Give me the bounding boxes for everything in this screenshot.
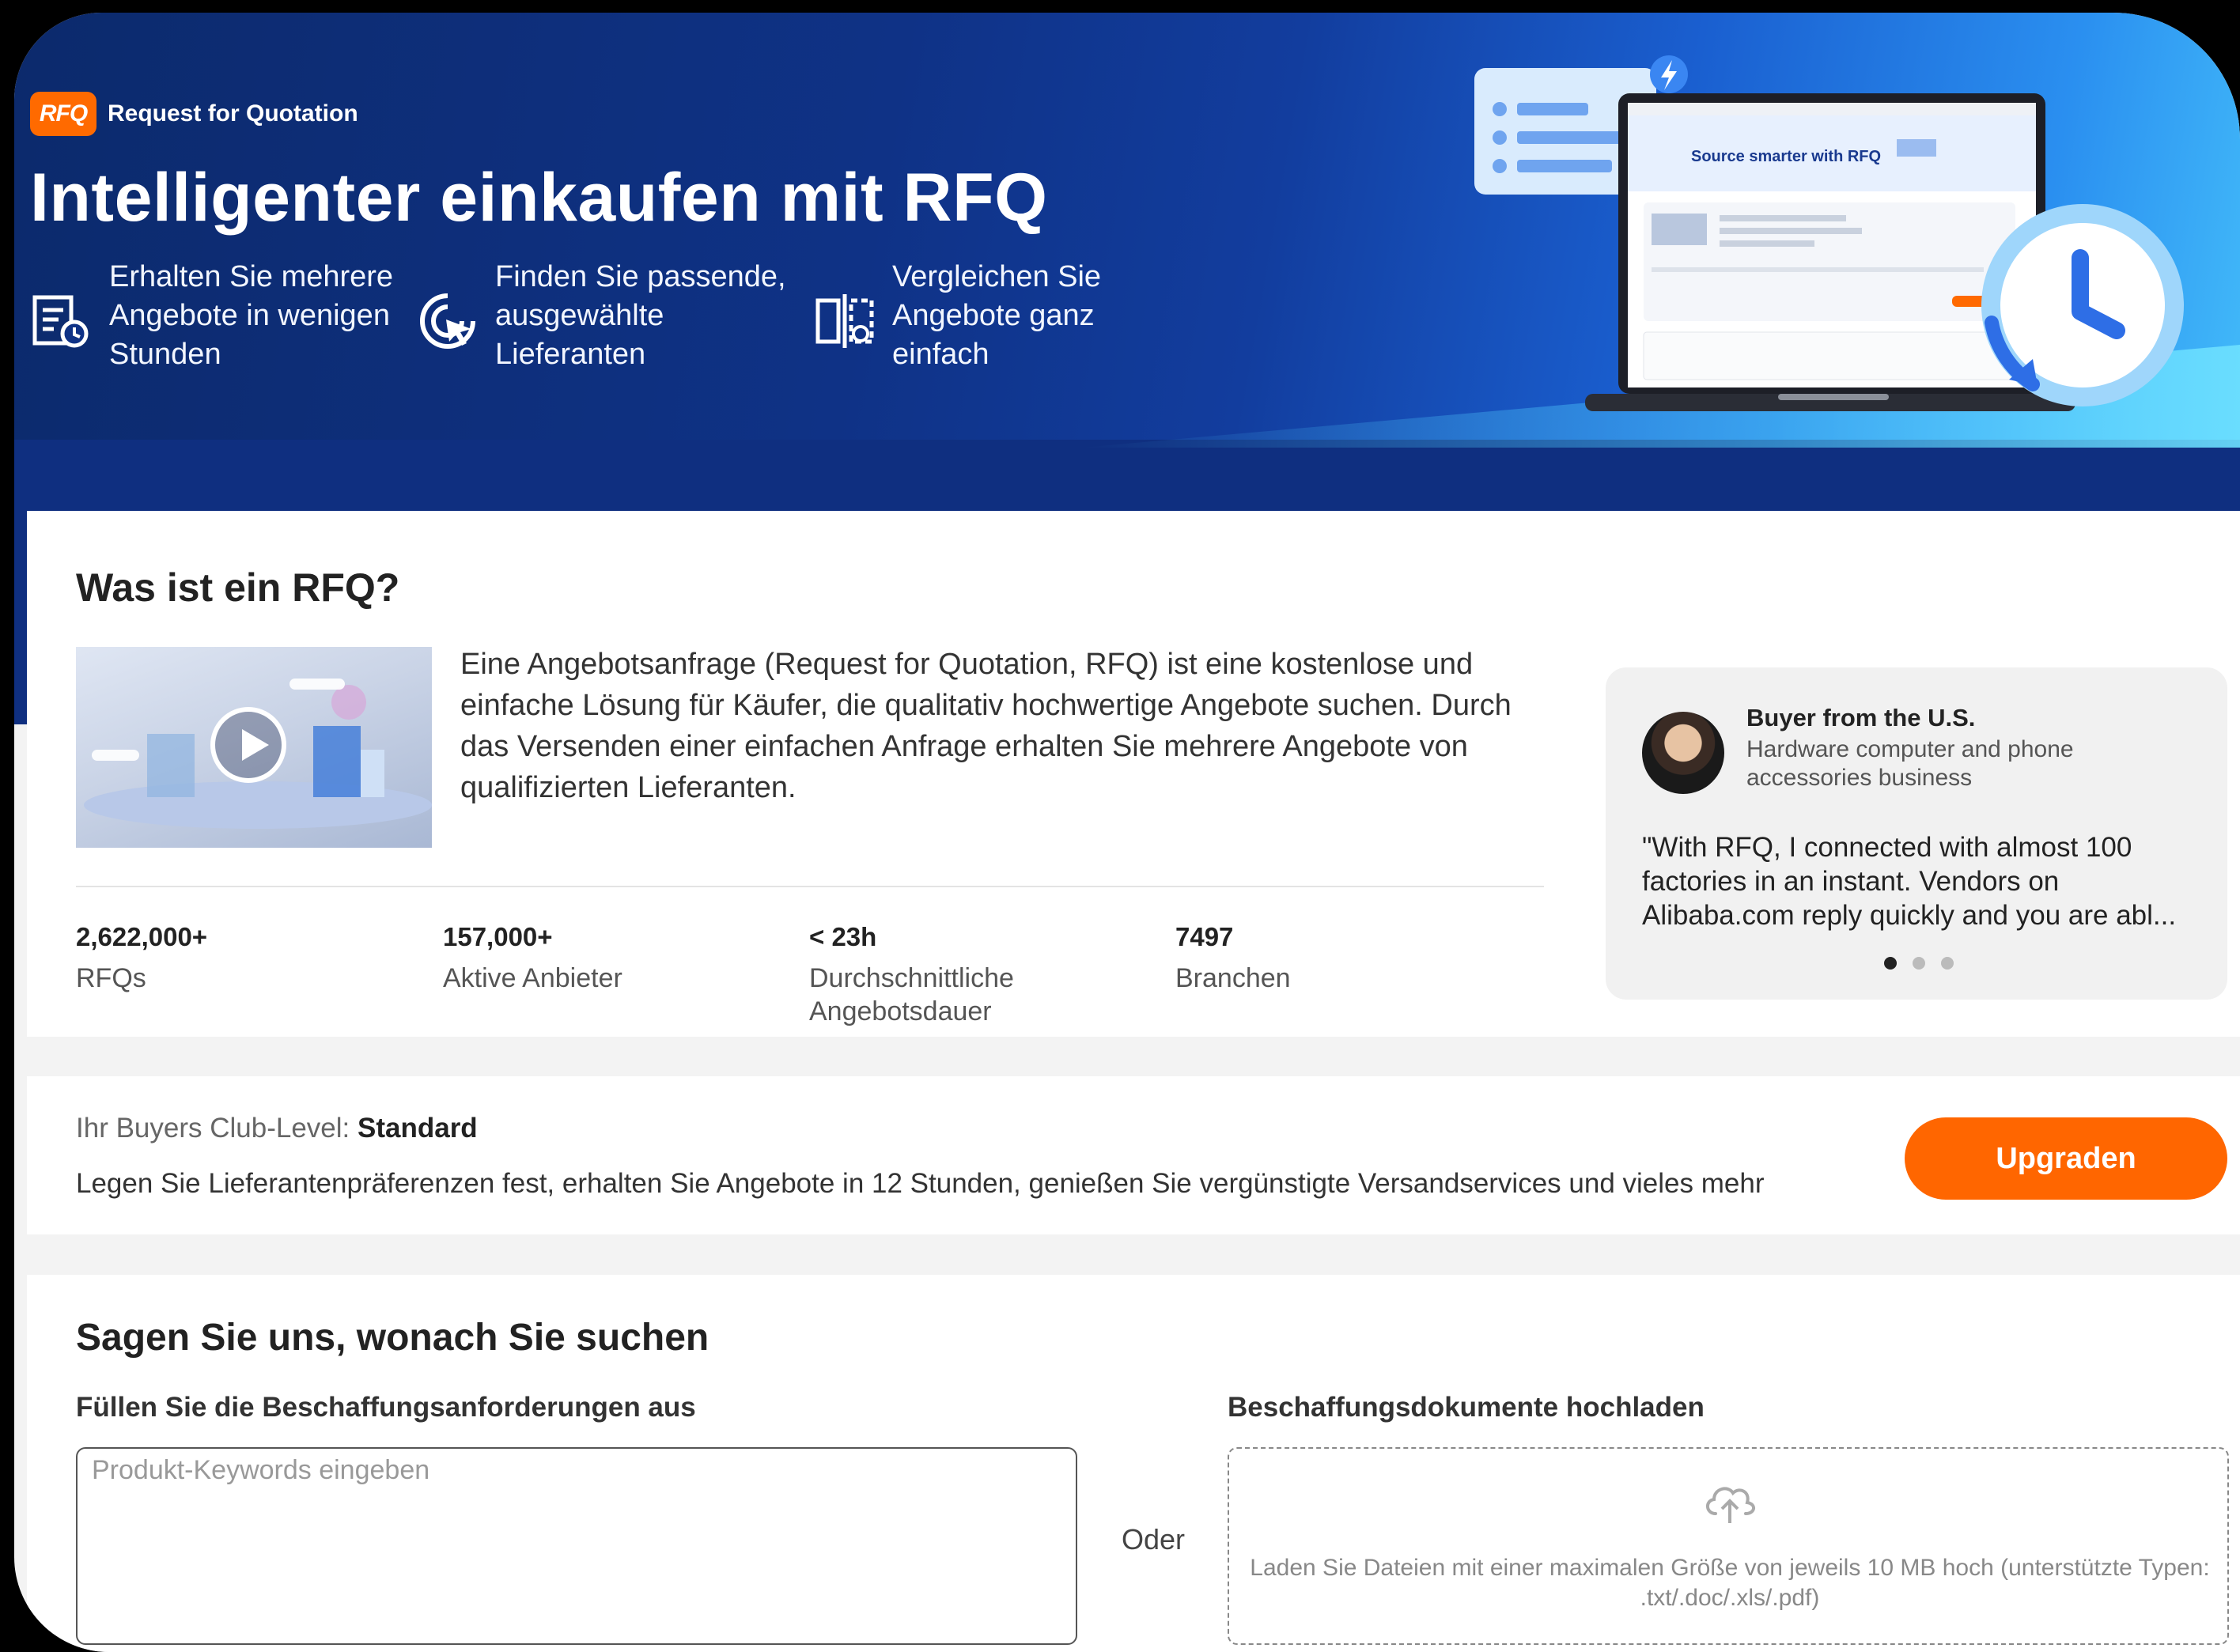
stat-label: Durchschnittliche Angebotsdauer [809, 963, 1014, 1026]
what-is-rfq-card: Was ist ein RFQ? Eine Angebotsanfrage (R… [27, 511, 2240, 1037]
stat-label: Aktive Anbieter [443, 963, 622, 993]
carousel-dot-3[interactable] [1941, 957, 1954, 970]
stat-value: < 23h [809, 922, 877, 951]
clock-icon [1981, 204, 2184, 406]
club-level-label: Ihr Buyers Club-Level: [76, 1113, 350, 1144]
feature-suppliers-text: Finden Sie passende, ausgewählte Liefera… [495, 260, 786, 371]
rfq-logo: RFQ [30, 92, 96, 136]
cloud-upload-icon [1706, 1487, 1755, 1523]
section-title: Was ist ein RFQ? [76, 565, 400, 610]
feature-quotes: Erhalten Sie mehrere Angebote in wenigen… [30, 258, 402, 374]
carousel-dot-1[interactable] [1884, 957, 1897, 970]
video-thumbnail[interactable] [76, 647, 432, 848]
buyers-club-card: Ihr Buyers Club-Level: Standard Legen Si… [27, 1076, 2240, 1234]
stat-value: 7497 [1175, 922, 1234, 951]
form-title: Sagen Sie uns, wonach Sie suchen [76, 1317, 709, 1359]
feature-suppliers: Finden Sie passende, ausgewählte Liefera… [416, 258, 796, 374]
upload-hint: Laden Sie Dateien mit einer maximalen Gr… [1250, 1555, 2210, 1611]
document-quote-icon [32, 295, 89, 348]
divider [76, 886, 1544, 887]
club-description: Legen Sie Lieferantenpräferenzen fest, e… [76, 1168, 1765, 1199]
feature-quotes-text: Erhalten Sie mehrere Angebote in wenigen… [109, 260, 394, 371]
compare-icon [815, 294, 874, 348]
buyer-name: Buyer from the U.S. [1746, 704, 1976, 731]
or-separator: Oder [1122, 1523, 1186, 1556]
upgrade-button[interactable]: Upgraden [1905, 1117, 2227, 1200]
laptop-illustration: Source smarter with RFQ [1474, 55, 2184, 411]
target-cursor-icon [420, 293, 475, 349]
request-form-card: Sagen Sie uns, wonach Sie suchen Füllen … [27, 1275, 2240, 1652]
keyword-input[interactable] [76, 1447, 1077, 1645]
club-level-value: Standard [358, 1113, 478, 1144]
testimonial-carousel[interactable]: Buyer from the U.S. Hardware computer an… [1606, 667, 2227, 1000]
club-level: Ihr Buyers Club-Level: Standard [76, 1113, 478, 1144]
rfq-description: Eine Angebotsanfrage (Request for Quotat… [460, 648, 1512, 804]
feature-compare: Vergleichen Sie Angebote ganz einfach [813, 258, 1129, 374]
avatar [1642, 712, 1724, 794]
brand[interactable]: RFQ Request for Quotation [30, 92, 358, 136]
stat-label: RFQs [76, 963, 146, 993]
laptop-screen-headline: Source smarter with RFQ [1691, 148, 1881, 165]
upload-label: Beschaffungsdokumente hochladen [1228, 1392, 1705, 1423]
feature-compare-text: Vergleichen Sie Angebote ganz einfach [892, 260, 1102, 371]
stat-rfqs: 2,622,000+ RFQs [76, 922, 207, 995]
stat-value: 2,622,000+ [76, 922, 208, 951]
stat-industries: 7497 Branchen [1175, 922, 1291, 995]
stat-avg-quote-time: < 23h Durchschnittliche Angebotsdauer [809, 922, 1062, 1028]
stat-value: 157,000+ [443, 922, 553, 951]
testimonial-quote: "With RFQ, I connected with almost 100 f… [1642, 832, 2177, 931]
lightning-icon [1650, 55, 1688, 93]
buyer-business: Hardware computer and phone accessories … [1746, 736, 2074, 791]
stat-active-suppliers: 157,000+ Aktive Anbieter [443, 922, 622, 995]
hero-title: Intelligenter einkaufen mit RFQ [30, 160, 1048, 236]
stat-label: Branchen [1175, 963, 1291, 993]
page: RFQ Request for Quotation Intelligenter … [14, 13, 2240, 1652]
play-icon[interactable] [210, 707, 286, 783]
carousel-dots [1884, 957, 1954, 970]
brand-name: Request for Quotation [108, 100, 358, 127]
carousel-dot-2[interactable] [1913, 957, 1925, 970]
upload-dropzone[interactable]: Laden Sie Dateien mit einer maximalen Gr… [1228, 1447, 2229, 1645]
requirements-label: Füllen Sie die Beschaffungsanforderungen… [76, 1392, 696, 1423]
